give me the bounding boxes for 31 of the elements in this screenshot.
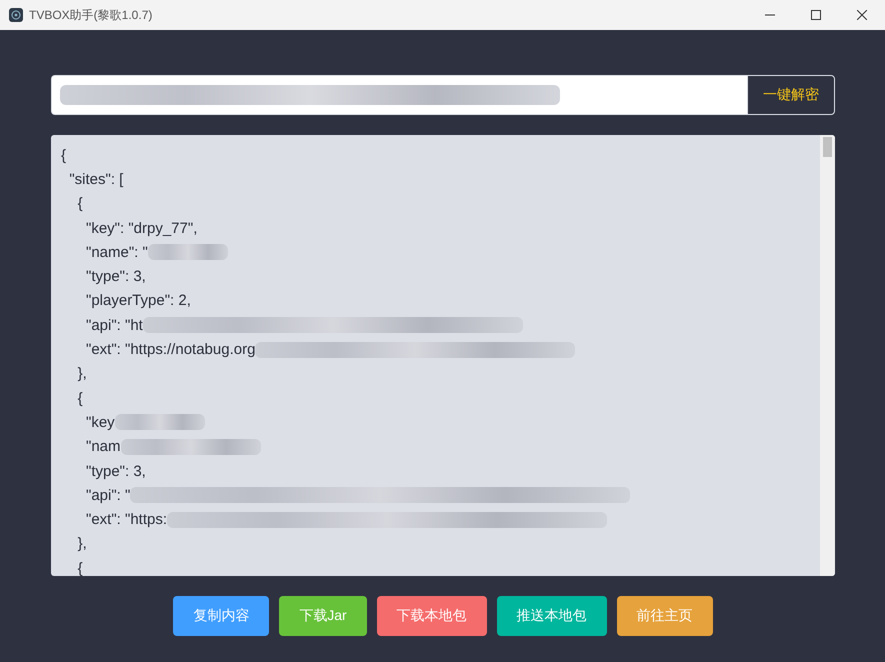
action-button[interactable]: 推送本地包 (496, 596, 607, 636)
code-line: "name": " (85, 244, 148, 261)
code-line: "ext": "https: (85, 511, 168, 528)
code-line: }, (76, 365, 87, 382)
code-line: { (76, 390, 83, 407)
code-line: { (76, 195, 83, 212)
json-editor[interactable]: { "sites": [ { "key": "drpy_77", "name": " "type": 3, "playerType": 2, "api": "ht "ext": "https://notabug.org }, { "key "nam "type": 3, "api": " "ext": "https: }, { (51, 135, 835, 576)
code-line: "api": " (85, 486, 130, 504)
code-line: "type": 3, (85, 462, 146, 480)
action-button[interactable]: 下载Jar (279, 596, 367, 636)
code-line: { (61, 146, 66, 164)
action-button[interactable]: 下载本地包 (376, 596, 487, 636)
code-line: "key": "drpy_77", (85, 220, 198, 237)
decrypt-button[interactable]: 一键解密 (747, 75, 835, 115)
app-logo-icon (9, 8, 23, 22)
url-field[interactable] (51, 75, 747, 115)
code-line: "sites": [ (68, 170, 124, 188)
action-button[interactable]: 复制内容 (173, 596, 270, 636)
code-line: }, (76, 535, 87, 552)
code-line: "api": "ht (85, 316, 143, 334)
maximize-icon (811, 10, 821, 20)
code-line: "type": 3, (85, 268, 146, 286)
window-title: TVBOX助手(黎歌1.0.7) (29, 6, 154, 24)
code-line: "key (85, 414, 115, 431)
code-line: "ext": "https://notabug.org (85, 341, 256, 358)
scrollbar[interactable] (820, 135, 835, 576)
code-line: "playerType": 2, (85, 292, 191, 310)
close-icon (857, 10, 867, 20)
code-line: { (76, 560, 83, 576)
action-button[interactable]: 前往主页 (616, 596, 713, 636)
code-line: "nam (85, 438, 121, 456)
